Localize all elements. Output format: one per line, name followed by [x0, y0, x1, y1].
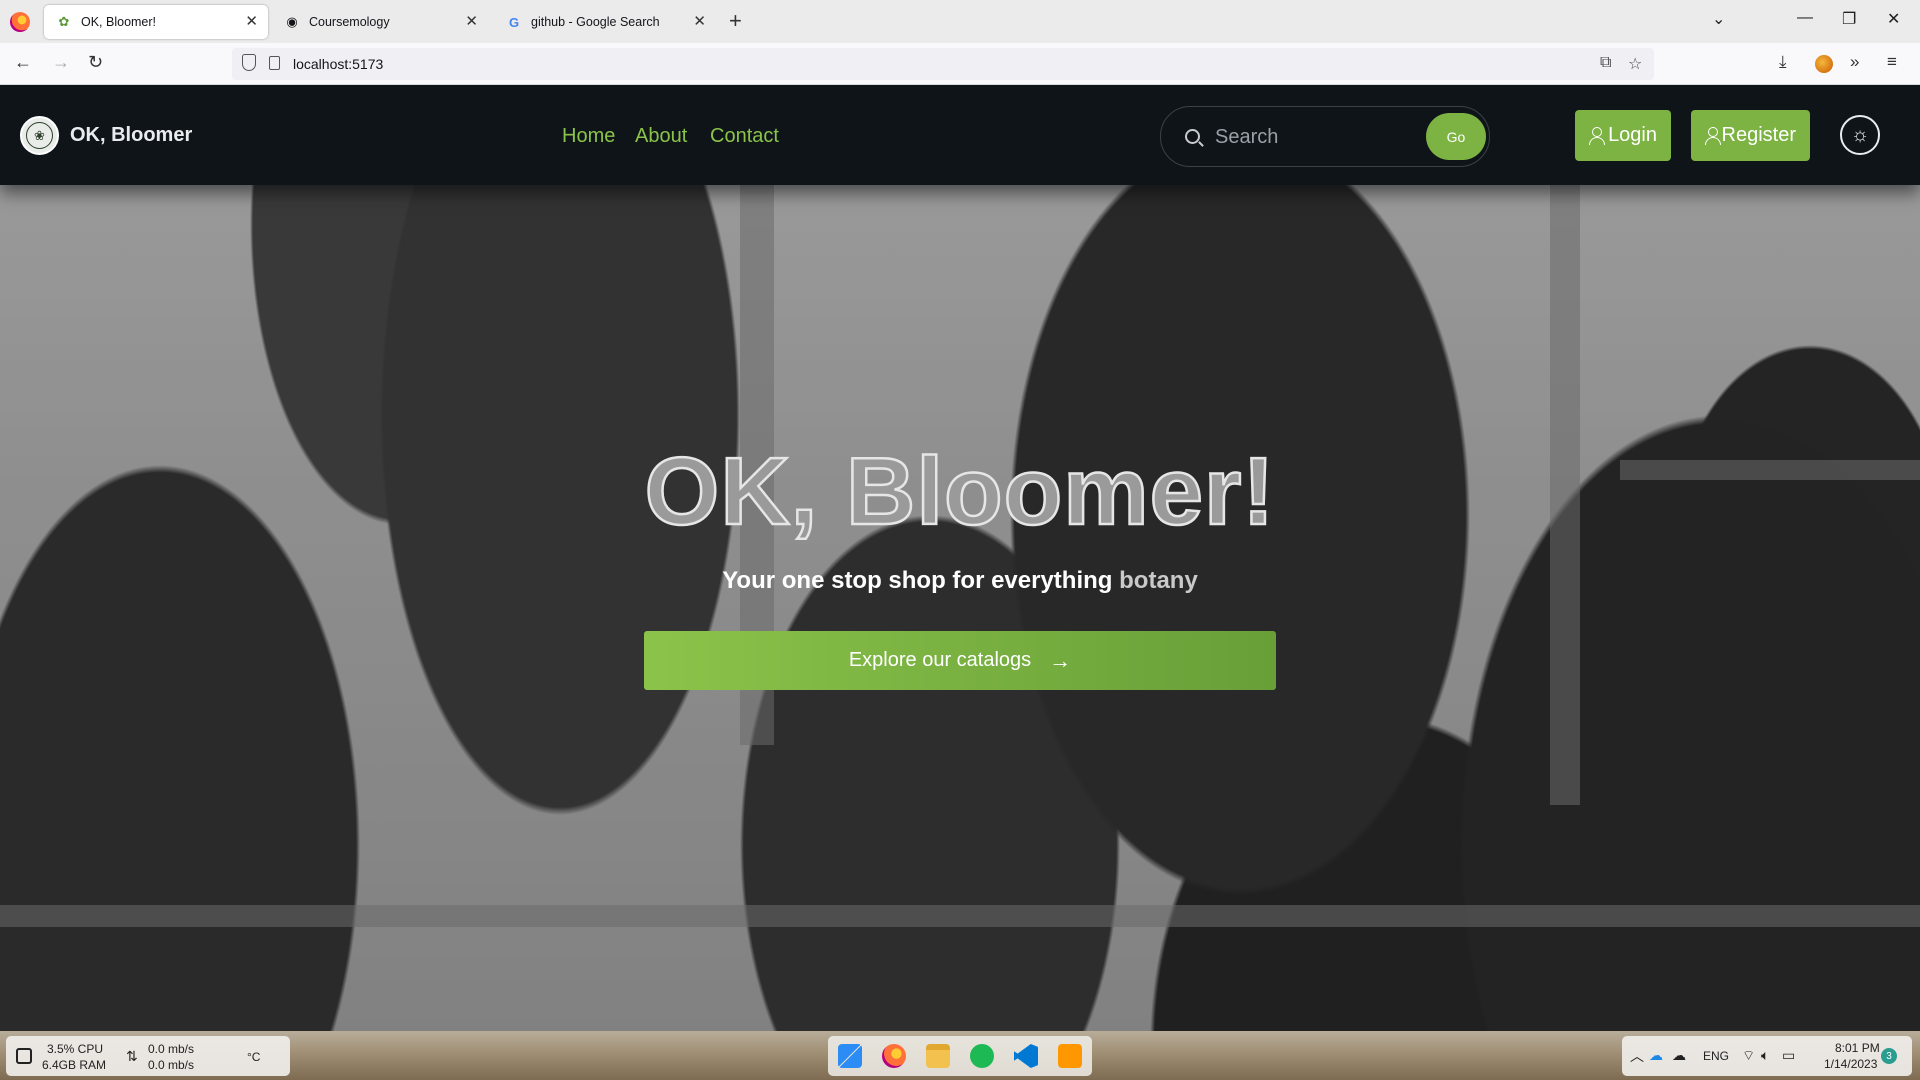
login-label: Login — [1608, 124, 1657, 146]
coursemology-favicon-icon: ◉ — [286, 14, 298, 29]
shield-icon[interactable] — [242, 54, 256, 71]
translate-icon[interactable]: ⧉ — [1600, 54, 1611, 72]
net-down: 0.0 mb/s — [148, 1058, 195, 1072]
vscode-icon[interactable] — [1014, 1044, 1038, 1068]
search-go-button[interactable]: Go — [1426, 113, 1486, 160]
bookmark-star-icon[interactable]: ☆ — [1628, 54, 1642, 74]
chevron-up-icon[interactable]: ︿ — [1630, 1046, 1644, 1066]
close-tab-icon[interactable]: ✕ — [465, 13, 478, 31]
sublime-text-icon[interactable] — [1058, 1044, 1082, 1068]
close-tab-icon[interactable]: ✕ — [693, 13, 706, 31]
plant-favicon-icon: ✿ — [58, 14, 70, 29]
hero-subtitle: Your one stop shop for everything botany — [0, 567, 1920, 595]
tab-coursemology[interactable]: ◉ Coursemology ✕ — [272, 5, 488, 39]
language-indicator[interactable]: ENG — [1703, 1049, 1729, 1063]
notification-badge[interactable]: 3 — [1881, 1048, 1897, 1064]
hero-overlay — [0, 85, 1920, 1031]
nav-home[interactable]: Home — [562, 125, 615, 148]
firefox-icon[interactable] — [10, 12, 30, 32]
browser-nav-bar: ← → ↻ localhost:5173 ⧉ ☆ ⤓ » ≡ — [0, 43, 1920, 85]
tab-github-search[interactable]: G github - Google Search ✕ — [494, 5, 716, 39]
tab-title: OK, Bloomer! — [81, 15, 157, 29]
login-button[interactable]: Login — [1575, 110, 1671, 161]
url-text[interactable]: localhost:5173 — [293, 56, 383, 72]
close-tab-icon[interactable]: ✕ — [245, 13, 258, 31]
restore-icon[interactable]: ❐ — [1842, 9, 1856, 29]
cpu-chip-icon — [16, 1048, 32, 1064]
site-header: ❀ OK, Bloomer Home About Contact Go Logi… — [0, 85, 1920, 185]
onedrive-icon[interactable]: ☁ — [1649, 1047, 1663, 1064]
temperature: °C — [247, 1050, 261, 1064]
ram-usage: 6.4GB RAM — [42, 1058, 107, 1072]
arrow-right-icon: → — [1049, 647, 1072, 673]
explore-catalogs-button[interactable]: Explore our catalogs → — [644, 631, 1276, 690]
hero-subtitle-accent: botany — [1119, 567, 1198, 594]
back-icon[interactable]: ← — [14, 52, 32, 73]
clock-time[interactable]: 8:01 PM — [1835, 1041, 1880, 1055]
tab-ok-bloomer[interactable]: ✿ OK, Bloomer! ✕ — [44, 5, 268, 39]
net-up: 0.0 mb/s — [148, 1042, 195, 1056]
network-arrows-icon: ⇅ — [126, 1048, 138, 1064]
tab-list-chevron-icon[interactable]: ⌄ — [1712, 9, 1725, 29]
close-window-icon[interactable]: ✕ — [1887, 9, 1900, 29]
brand-logo-icon[interactable]: ❀ — [20, 116, 59, 155]
taskbar: 3.5% CPU 6.4GB RAM ⇅ 0.0 mb/s 0.0 mb/s °… — [0, 1031, 1920, 1080]
user-icon — [1589, 126, 1606, 145]
download-icon[interactable]: ⤓ — [1779, 52, 1787, 72]
hero-title: OK, Bloomer! — [643, 437, 1276, 547]
cta-label: Explore our catalogs — [848, 649, 1032, 671]
theme-toggle-sun-icon[interactable]: ☼ — [1840, 115, 1880, 155]
web-page: ❀ OK, Bloomer Home About Contact Go Logi… — [0, 85, 1920, 1031]
register-label: Register — [1721, 124, 1796, 146]
address-bar[interactable]: localhost:5173 ⧉ ☆ — [232, 48, 1654, 80]
system-tray: ︿ ☁ ☁ ENG ⌔ 🔈︎ ▭ 8:01 PM 1/14/2023 3 — [1622, 1036, 1912, 1076]
extension-icon[interactable] — [1815, 55, 1833, 73]
nav-contact[interactable]: Contact — [710, 125, 779, 148]
nav-about[interactable]: About — [635, 125, 687, 148]
page-info-icon[interactable] — [269, 56, 280, 70]
clock-date[interactable]: 1/14/2023 — [1824, 1057, 1877, 1071]
cpu-usage: 3.5% CPU — [47, 1042, 104, 1056]
file-explorer-icon[interactable] — [926, 1044, 950, 1068]
battery-icon[interactable]: ▭ — [1782, 1047, 1795, 1064]
volume-icon[interactable]: 🔈︎ — [1761, 1047, 1769, 1064]
search-icon — [1185, 129, 1200, 144]
google-favicon-icon: G — [508, 14, 520, 30]
search-input[interactable] — [1215, 123, 1415, 151]
user-plus-icon — [1705, 126, 1721, 145]
forward-icon[interactable]: → — [52, 52, 70, 73]
tab-title: Coursemology — [309, 15, 390, 29]
hero-subtitle-main: Your one stop shop for everything — [722, 567, 1113, 594]
windows-start-icon[interactable] — [838, 1044, 862, 1068]
register-button[interactable]: Register — [1691, 110, 1810, 161]
new-tab-icon[interactable]: + — [729, 9, 742, 33]
reload-icon[interactable]: ↻ — [88, 52, 103, 73]
browser-tab-bar: ✿ OK, Bloomer! ✕ ◉ Coursemology ✕ G gith… — [0, 0, 1920, 43]
brand-name[interactable]: OK, Bloomer — [70, 124, 192, 147]
system-monitor-widget[interactable]: 3.5% CPU 6.4GB RAM ⇅ 0.0 mb/s 0.0 mb/s °… — [6, 1036, 290, 1076]
search-form: Go — [1160, 106, 1490, 167]
menu-icon[interactable]: ≡ — [1887, 52, 1897, 72]
wifi-icon[interactable]: ⌔ — [1742, 1047, 1755, 1065]
tab-title: github - Google Search — [531, 15, 660, 29]
taskbar-apps — [828, 1036, 1092, 1076]
more-tools-icon[interactable]: » — [1850, 52, 1859, 72]
spotify-icon[interactable] — [970, 1044, 994, 1068]
minimize-icon[interactable]: — — [1797, 9, 1813, 27]
cloud-icon[interactable]: ☁ — [1672, 1047, 1686, 1064]
firefox-taskbar-icon[interactable] — [882, 1044, 906, 1068]
